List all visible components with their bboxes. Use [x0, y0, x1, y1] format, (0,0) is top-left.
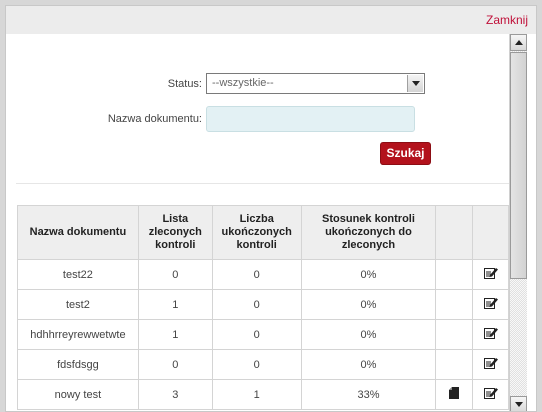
- edit-icon[interactable]: [483, 387, 498, 402]
- vertical-scrollbar[interactable]: [509, 34, 527, 411]
- header-doc-name: Nazwa dokumentu: [17, 205, 139, 260]
- cell-ordered: 0: [137, 349, 213, 380]
- table-row: test22 0 0 0%: [17, 259, 509, 290]
- cell-action-doc: [435, 319, 474, 350]
- cell-action-doc: [435, 379, 474, 410]
- popup-panel: Zamknij Status: --wszystkie-- Nazwa doku…: [5, 5, 537, 412]
- edit-icon[interactable]: [483, 357, 498, 372]
- cell-action-doc: [435, 259, 474, 290]
- cell-ordered: 0: [137, 259, 213, 290]
- scroll-thumb[interactable]: [510, 52, 527, 279]
- cell-completed: 0: [211, 259, 302, 290]
- cell-doc-name: test22: [17, 259, 139, 290]
- cell-ordered: 3: [137, 379, 213, 410]
- header-ratio: Stosunek kontroli ukończonych do zlecony…: [300, 205, 437, 260]
- popup-window: Zamknij Status: --wszystkie-- Nazwa doku…: [0, 0, 542, 412]
- table-body: test22 0 0 0% test2 1 0 0% hdhhrreyrewwetwte 1 0 0%…: [17, 259, 509, 410]
- edit-icon[interactable]: [483, 297, 498, 312]
- cell-ratio: 0%: [300, 289, 437, 320]
- cell-doc-name: fdsfdsgg: [17, 349, 139, 380]
- document-icon[interactable]: [449, 387, 460, 402]
- cell-action-doc: [435, 289, 474, 320]
- cell-action-edit: [472, 349, 509, 380]
- cell-ratio: 0%: [300, 319, 437, 350]
- status-label: Status:: [167, 77, 202, 90]
- doc-name-label: Nazwa dokumentu:: [107, 113, 202, 125]
- doc-name-input[interactable]: [206, 106, 415, 132]
- table-row: hdhhrreyrewwetwte 1 0 0%: [17, 319, 509, 350]
- header-ordered: Lista zleconych kontroli: [137, 205, 213, 260]
- status-row: Status: --wszystkie--: [6, 73, 425, 94]
- close-link[interactable]: Zamknij: [486, 13, 528, 27]
- status-select-value: --wszystkie--: [212, 77, 274, 89]
- status-select[interactable]: --wszystkie--: [206, 73, 425, 94]
- table-row: test2 1 0 0%: [17, 289, 509, 320]
- edit-icon[interactable]: [483, 267, 498, 282]
- cell-completed: 0: [211, 349, 302, 380]
- popup-content: Status: --wszystkie-- Nazwa dokumentu: S…: [6, 34, 509, 411]
- cell-ordered: 1: [137, 319, 213, 350]
- scroll-down-button[interactable]: [510, 396, 527, 411]
- cell-doc-name: test2: [17, 289, 139, 320]
- chevron-down-icon[interactable]: [407, 75, 423, 92]
- cell-completed: 1: [211, 379, 302, 410]
- header-action-2: [472, 205, 509, 260]
- documents-table: Nazwa dokumentu Lista zleconych kontroli…: [17, 205, 509, 410]
- cell-completed: 0: [211, 289, 302, 320]
- table-row: nowy test 3 1 33%: [17, 379, 509, 410]
- cell-ratio: 0%: [300, 259, 437, 290]
- cell-action-doc: [435, 349, 474, 380]
- table-header-row: Nazwa dokumentu Lista zleconych kontroli…: [17, 205, 509, 260]
- header-completed: Liczba ukończonych kontroli: [211, 205, 302, 260]
- popup-header: Zamknij: [6, 6, 536, 34]
- cell-action-edit: [472, 289, 509, 320]
- scroll-up-button[interactable]: [510, 34, 527, 51]
- cell-ratio: 33%: [300, 379, 437, 410]
- table-row: fdsfdsgg 0 0 0%: [17, 349, 509, 380]
- cell-doc-name: nowy test: [17, 379, 139, 410]
- cell-ordered: 1: [137, 289, 213, 320]
- cell-action-edit: [472, 379, 509, 410]
- edit-icon[interactable]: [483, 327, 498, 342]
- divider: [16, 183, 509, 184]
- cell-action-edit: [472, 259, 509, 290]
- cell-completed: 0: [211, 319, 302, 350]
- doc-name-row: Nazwa dokumentu:: [6, 106, 415, 132]
- header-action-1: [435, 205, 474, 260]
- search-button[interactable]: Szukaj: [380, 142, 431, 165]
- cell-doc-name: hdhhrreyrewwetwte: [17, 319, 139, 350]
- cell-action-edit: [472, 319, 509, 350]
- cell-ratio: 0%: [300, 349, 437, 380]
